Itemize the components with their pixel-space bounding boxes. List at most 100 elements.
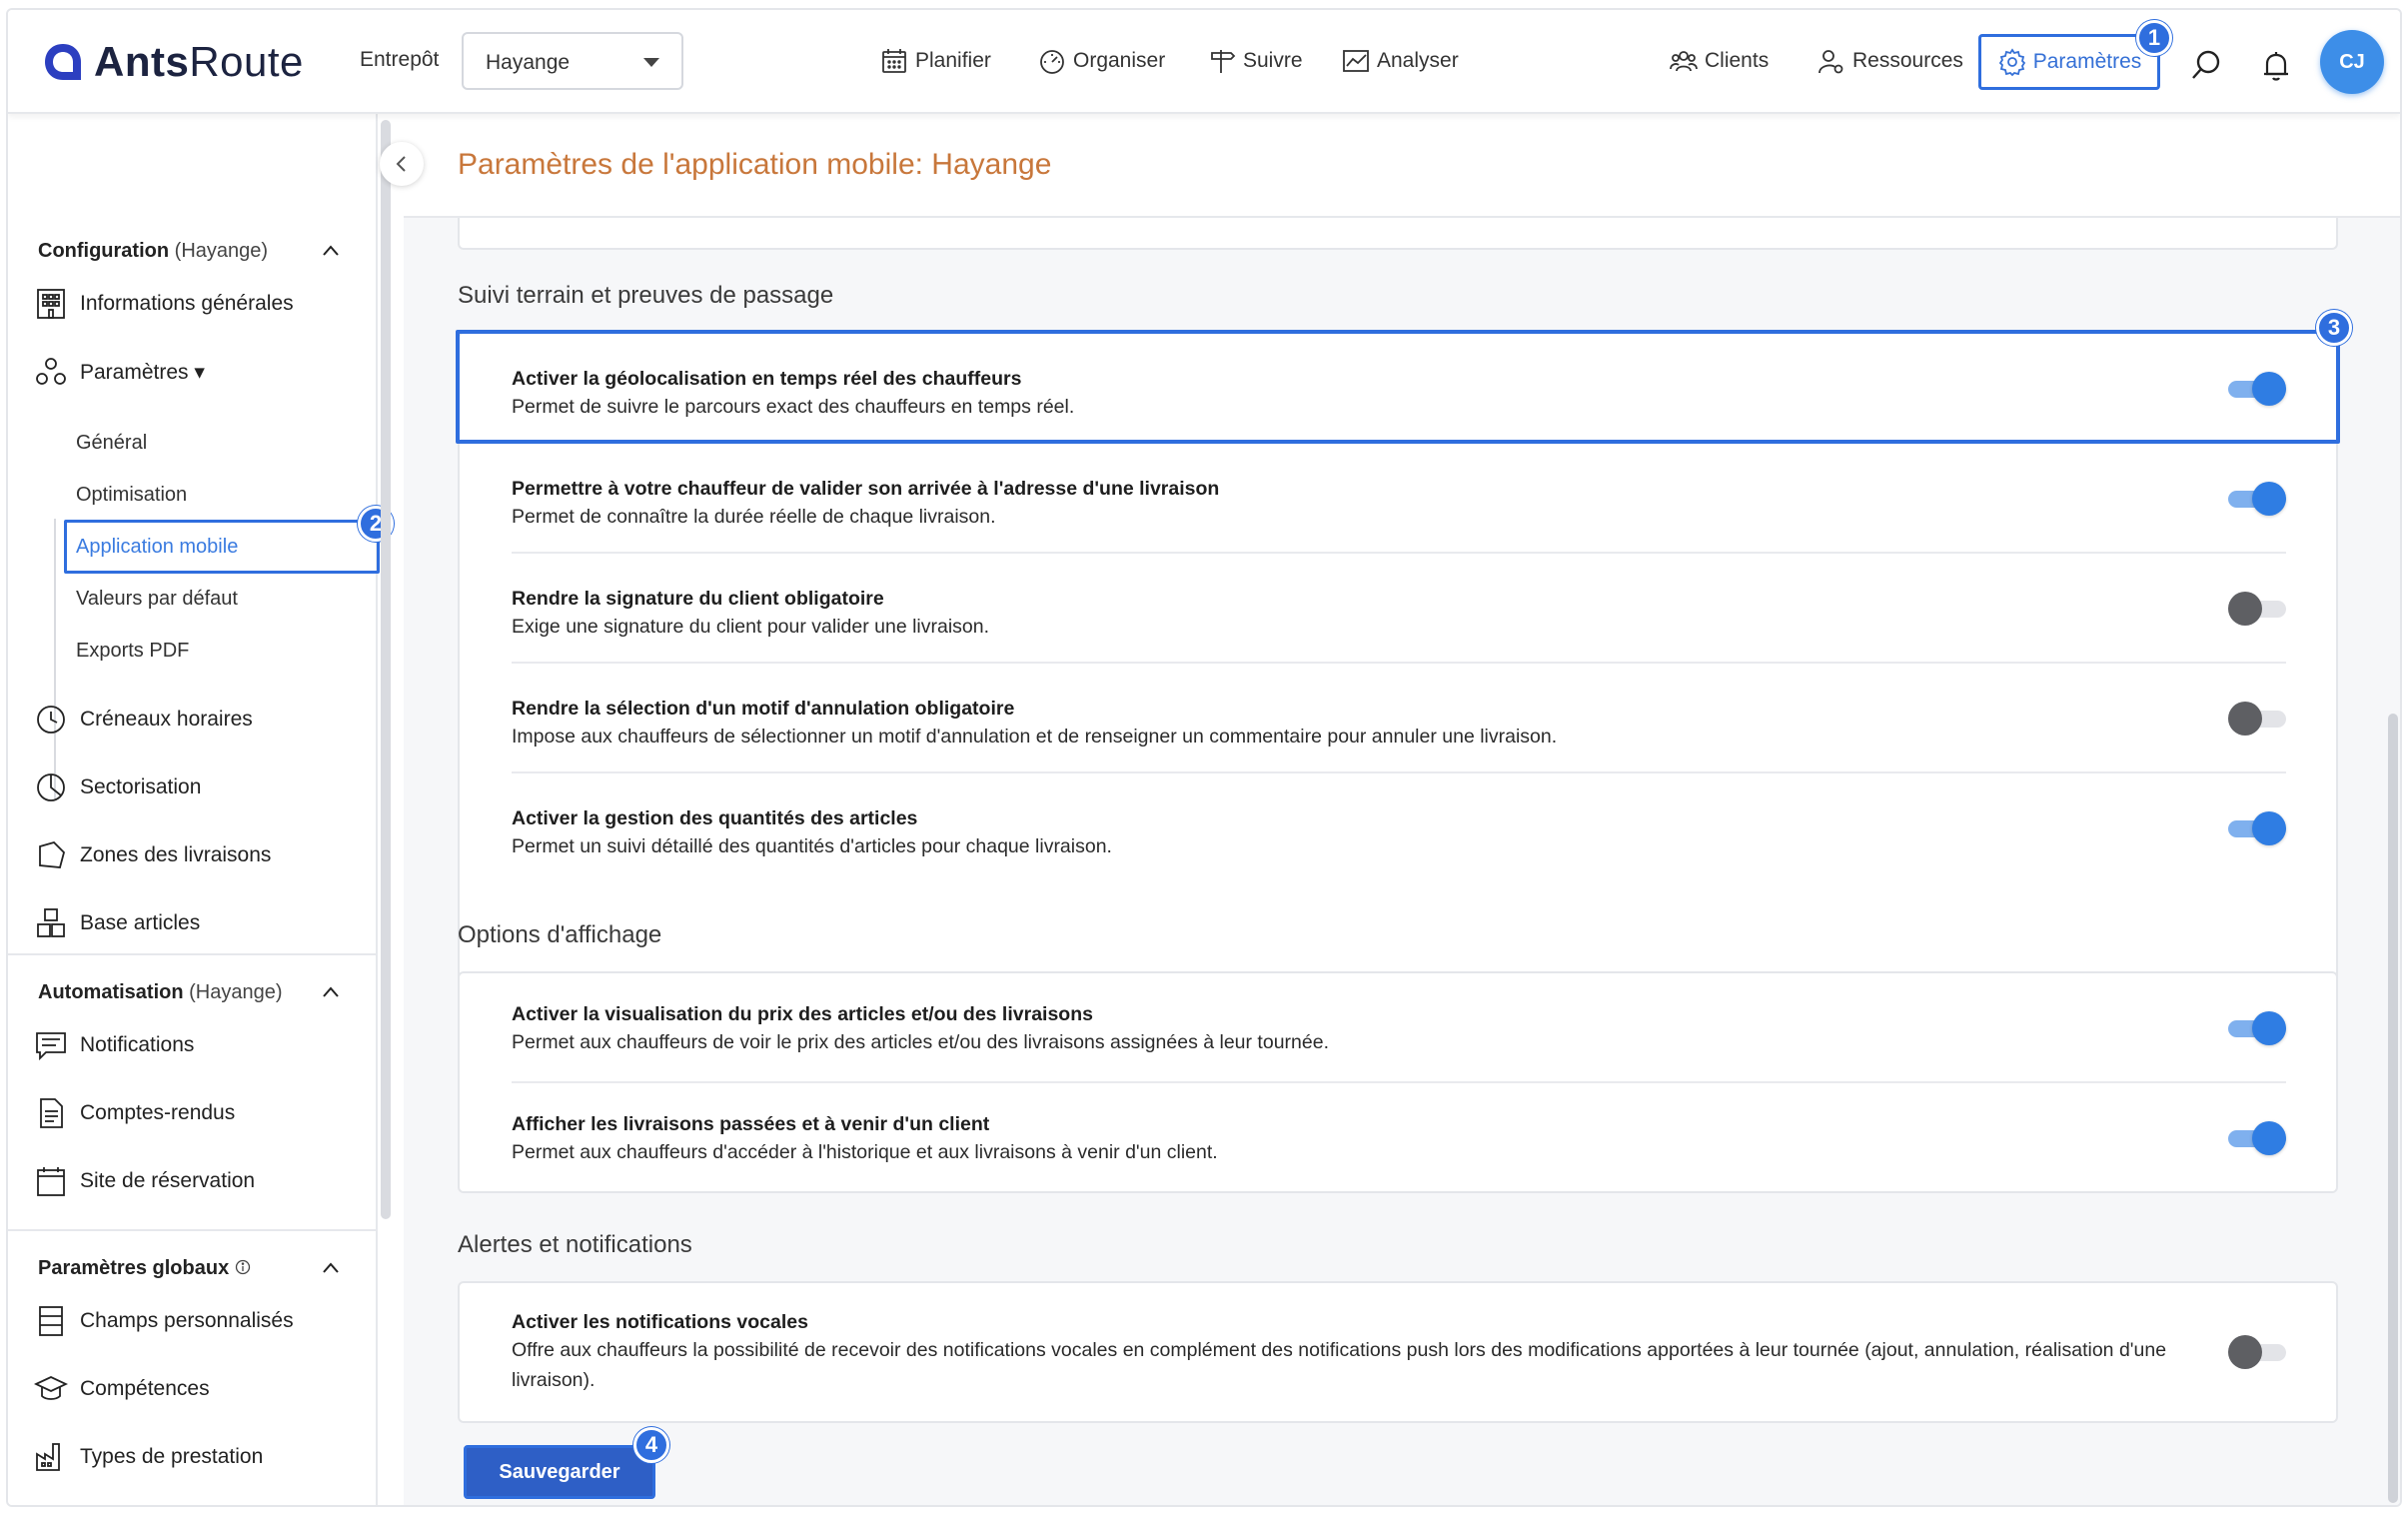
- divider: [8, 1229, 378, 1231]
- sidebar-item-zones-des-livraisons[interactable]: Zones des livraisons: [34, 835, 271, 875]
- nav-analyser[interactable]: Analyser: [1341, 44, 1459, 78]
- nav-suivre[interactable]: Suivre: [1207, 44, 1303, 78]
- sidebar-item-informations-generales[interactable]: Informations générales: [34, 284, 294, 324]
- auto-title: Automatisation: [38, 981, 184, 1003]
- sidebar-item-competences[interactable]: Compétences: [34, 1369, 210, 1409]
- global-title: Paramètres globaux: [38, 1257, 230, 1279]
- toggle-livraisons-client[interactable]: [2228, 1121, 2286, 1155]
- sidebar-item-label: Créneaux horaires: [80, 708, 253, 731]
- nav-analyser-label: Analyser: [1377, 49, 1459, 72]
- info-icon: [235, 1259, 250, 1275]
- page-header: Paramètres de l'application mobile: Haya…: [404, 114, 2400, 218]
- sidebar-sub-general[interactable]: Général: [76, 432, 147, 455]
- chart-icon: [1343, 50, 1369, 72]
- logo-text-bold: Ants: [94, 38, 190, 85]
- setting-desc: Permet aux chauffeurs d'accéder à l'hist…: [512, 1141, 1218, 1163]
- setting-row: Rendre la sélection d'un motif d'annulat…: [460, 664, 2336, 773]
- sidebar-section-automatisation[interactable]: Automatisation (Hayange): [38, 981, 283, 1004]
- building-icon: [37, 289, 65, 319]
- main-scrollbar[interactable]: [2388, 714, 2398, 1503]
- setting-row: Activer les notifications vocales Offre …: [460, 1283, 2336, 1425]
- sidebar-item-champs-personnalises[interactable]: Champs personnalisés: [34, 1301, 294, 1341]
- calendar-icon: [882, 49, 906, 73]
- nav-clients[interactable]: Clients: [1669, 44, 1769, 78]
- sidebar-item-label: Champs personnalisés: [80, 1309, 294, 1332]
- toggle-prix-articles[interactable]: [2228, 1011, 2286, 1045]
- sidebar-item-base-articles[interactable]: Base articles: [34, 903, 200, 943]
- toggle-quantites-articles[interactable]: [2228, 811, 2286, 845]
- setting-title: Rendre la sélection d'un motif d'annulat…: [512, 698, 1015, 720]
- sidebar-sub-optimisation[interactable]: Optimisation: [76, 484, 187, 507]
- signpost-icon: [1211, 50, 1236, 73]
- collapse-sidebar-button[interactable]: [380, 142, 424, 186]
- setting-row: Permettre à votre chauffeur de valider s…: [460, 444, 2336, 554]
- nav-planifier[interactable]: Planifier: [879, 44, 991, 78]
- sidebar-item-types-de-prestation[interactable]: Types de prestation: [34, 1437, 263, 1477]
- chevron-up-icon[interactable]: [322, 1259, 340, 1277]
- setting-desc: Offre aux chauffeurs la possibilité de r…: [512, 1339, 2167, 1391]
- sidebar-item-label: Types de prestation: [80, 1445, 264, 1468]
- sidebar-sub-valeurs-par-defaut[interactable]: Valeurs par défaut: [76, 588, 238, 611]
- avatar[interactable]: CJ: [2320, 30, 2384, 94]
- nav-ressources-label: Ressources: [1852, 49, 1963, 72]
- logo[interactable]: AntsRoute: [42, 36, 304, 88]
- factory-icon: [36, 1443, 60, 1471]
- sidebar-sub-exports-pdf[interactable]: Exports PDF: [76, 640, 189, 663]
- setting-row: Activer la gestion des quantités des art…: [460, 773, 2336, 883]
- toggle-notifications-vocales[interactable]: [2228, 1335, 2286, 1369]
- sidebar-section-parametres-globaux[interactable]: Paramètres globaux: [38, 1257, 251, 1280]
- search-icon[interactable]: [2188, 48, 2224, 84]
- nav-parametres[interactable]: Paramètres: [1978, 34, 2160, 90]
- main-content: Paramètres de l'application mobile: Haya…: [404, 114, 2400, 1505]
- save-button[interactable]: Sauvegarder: [464, 1445, 655, 1499]
- setting-row: Rendre la signature du client obligatoir…: [460, 554, 2336, 664]
- chevron-up-icon[interactable]: [322, 983, 340, 1001]
- sidebar-scrollbar[interactable]: [381, 120, 391, 1219]
- sidebar-item-label: Paramètres ▾: [80, 360, 205, 384]
- toggle-motif-annulation[interactable]: [2228, 702, 2286, 736]
- setting-desc: Permet de connaître la durée réelle de c…: [512, 506, 996, 528]
- submenu-line: [54, 519, 56, 798]
- setting-row: Afficher les livraisons passées et à ven…: [460, 1083, 2336, 1193]
- step-highlight-3: [456, 330, 2340, 444]
- setting-title: Activer la visualisation du prix des art…: [512, 1003, 1093, 1025]
- sidebar-item-notifications[interactable]: Notifications: [34, 1025, 194, 1065]
- nav-ressources[interactable]: Ressources: [1816, 44, 1963, 78]
- nav-parametres-label: Paramètres: [2032, 50, 2142, 73]
- sidebar-item-label: Comptes-rendus: [80, 1101, 236, 1124]
- setting-title: Permettre à votre chauffeur de valider s…: [512, 478, 1220, 500]
- logo-icon: [45, 44, 81, 80]
- sidebar-item-creneaux-horaires[interactable]: Créneaux horaires: [34, 700, 253, 740]
- config-title: Configuration: [38, 240, 170, 262]
- auto-scope: (Hayange): [189, 981, 283, 1003]
- document-icon: [40, 1098, 63, 1128]
- setting-title: Activer les notifications vocales: [512, 1311, 808, 1333]
- sidebar-item-comptes-rendus[interactable]: Comptes-rendus: [34, 1093, 235, 1133]
- card-options-affichage: Activer la visualisation du prix des art…: [458, 971, 2338, 1193]
- sidebar-item-site-de-reservation[interactable]: Site de réservation: [34, 1161, 255, 1201]
- calendar-icon: [37, 1167, 65, 1196]
- sidebar-item-label: Base articles: [80, 911, 201, 934]
- step-badge-3: 3: [2316, 310, 2352, 346]
- chevron-up-icon[interactable]: [322, 242, 340, 260]
- active-item-highlight: [64, 520, 380, 574]
- chevron-left-icon: [396, 156, 406, 172]
- divider: [8, 953, 378, 955]
- entrepot-select-value: Hayange: [486, 51, 571, 74]
- sidebar-item-label: Notifications: [80, 1033, 195, 1056]
- setting-title: Afficher les livraisons passées et à ven…: [512, 1113, 990, 1135]
- sidebar-item-label: Compétences: [80, 1377, 210, 1400]
- sidebar-item-parametres[interactable]: Paramètres ▾: [34, 352, 205, 392]
- previous-card: [458, 218, 2338, 250]
- bell-icon[interactable]: [2258, 48, 2294, 84]
- nav-organiser[interactable]: Organiser: [1037, 44, 1165, 78]
- sidebar-section-configuration[interactable]: Configuration (Hayange): [38, 240, 268, 263]
- gauge-icon: [1040, 50, 1064, 74]
- section-title-suivi: Suivi terrain et preuves de passage: [458, 282, 834, 309]
- sidebar-item-sectorisation[interactable]: Sectorisation: [34, 767, 201, 807]
- card-alertes: Activer les notifications vocales Offre …: [458, 1281, 2338, 1423]
- nodes-icon: [36, 358, 66, 385]
- toggle-signature-obligatoire[interactable]: [2228, 592, 2286, 626]
- toggle-valider-arrivee[interactable]: [2228, 482, 2286, 516]
- entrepot-select[interactable]: Hayange: [462, 32, 683, 90]
